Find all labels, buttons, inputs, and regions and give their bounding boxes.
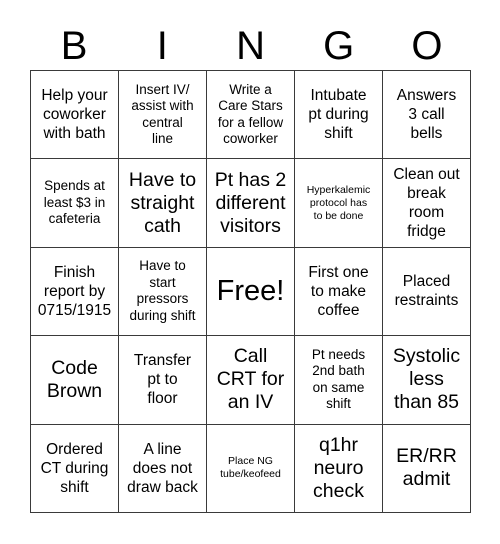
bingo-cell[interactable]: Code Brown: [31, 336, 119, 425]
bingo-grid: Help your coworker with bath Insert IV/ a…: [30, 70, 471, 513]
bingo-cell-label: Hyperkalemic protocol has to be done: [306, 183, 371, 222]
bingo-cell-label: Pt has 2 different visitors: [214, 168, 287, 237]
bingo-cell[interactable]: Finish report by 0715/1915: [31, 247, 119, 337]
bingo-cell-label: Finish report by 0715/1915: [37, 263, 112, 319]
bingo-header-letter-i: I: [156, 24, 168, 68]
bingo-header-row: B I N G O: [30, 12, 471, 68]
bingo-cell-label: Call CRT for an IV: [216, 345, 285, 414]
bingo-card: B I N G O Help your coworker with bath In…: [0, 0, 500, 544]
bingo-cell-label: ER/RR admit: [396, 445, 457, 491]
bingo-cell[interactable]: First one to make coffee: [295, 247, 383, 337]
bingo-cell[interactable]: Transfer pt to floor: [119, 336, 207, 425]
bingo-cell-label: Systolic less than 85: [392, 345, 461, 414]
bingo-cell-label: Pt needs 2nd bath on same shift: [311, 346, 366, 412]
bingo-header-letter-b: B: [60, 24, 88, 68]
bingo-cell-label: Place NG tube/keofeed: [220, 455, 281, 481]
bingo-cell[interactable]: Placed restraints: [383, 247, 471, 337]
bingo-header-letter-n: N: [236, 24, 265, 68]
bingo-cell[interactable]: Ordered CT during shift: [31, 424, 119, 513]
bingo-cell[interactable]: Pt has 2 different visitors: [207, 159, 295, 248]
bingo-header-letter-o: O: [411, 24, 443, 68]
bingo-cell-label: A line does not draw back: [127, 440, 198, 496]
bingo-cell[interactable]: Systolic less than 85: [383, 336, 471, 425]
bingo-cell[interactable]: Help your coworker with bath: [31, 71, 119, 160]
bingo-header-letter-g: G: [323, 24, 355, 68]
bingo-cell[interactable]: Place NG tube/keofeed: [207, 424, 295, 513]
bingo-cell-label: Clean out break room fridge: [393, 166, 460, 241]
bingo-cell-label: Code Brown: [46, 356, 103, 402]
bingo-cell[interactable]: Hyperkalemic protocol has to be done: [295, 159, 383, 248]
bingo-cell[interactable]: Have to straight cath: [119, 159, 207, 248]
bingo-cell-label: Write a Care Stars for a fellow coworker: [217, 81, 284, 147]
bingo-cell-label: First one to make coffee: [308, 263, 369, 319]
bingo-cell[interactable]: ER/RR admit: [383, 424, 471, 513]
bingo-cell-label: Placed restraints: [394, 273, 459, 310]
bingo-cell[interactable]: Spends at least $3 in cafeteria: [31, 159, 119, 248]
bingo-cell-label: Spends at least $3 in cafeteria: [43, 178, 106, 227]
bingo-cell-label: q1hr neuro check: [313, 433, 364, 502]
bingo-cell[interactable]: Write a Care Stars for a fellow coworker: [207, 71, 295, 160]
bingo-cell-label: Answers 3 call bells: [396, 87, 457, 143]
bingo-cell-label: Ordered CT during shift: [40, 440, 109, 496]
bingo-cell-label: Intubate pt during shift: [308, 87, 369, 143]
bingo-cell-label: Help your coworker with bath: [41, 87, 108, 143]
bingo-cell[interactable]: q1hr neuro check: [295, 424, 383, 513]
bingo-cell-label: Free!: [216, 274, 285, 307]
bingo-cell[interactable]: Insert IV/ assist with central line: [119, 71, 207, 160]
bingo-cell-free-space[interactable]: Free!: [207, 247, 295, 337]
bingo-cell-label: Have to straight cath: [128, 168, 197, 237]
bingo-cell[interactable]: Clean out break room fridge: [383, 159, 471, 248]
bingo-cell[interactable]: A line does not draw back: [119, 424, 207, 513]
bingo-cell[interactable]: Have to start pressors during shift: [119, 247, 207, 337]
bingo-cell-label: Have to start pressors during shift: [129, 258, 196, 323]
bingo-cell[interactable]: Intubate pt during shift: [295, 71, 383, 160]
bingo-cell[interactable]: Call CRT for an IV: [207, 336, 295, 425]
bingo-cell[interactable]: Pt needs 2nd bath on same shift: [295, 336, 383, 425]
bingo-cell-label: Insert IV/ assist with central line: [131, 81, 194, 147]
bingo-cell-label: Transfer pt to floor: [133, 352, 192, 408]
bingo-cell[interactable]: Answers 3 call bells: [383, 71, 471, 160]
